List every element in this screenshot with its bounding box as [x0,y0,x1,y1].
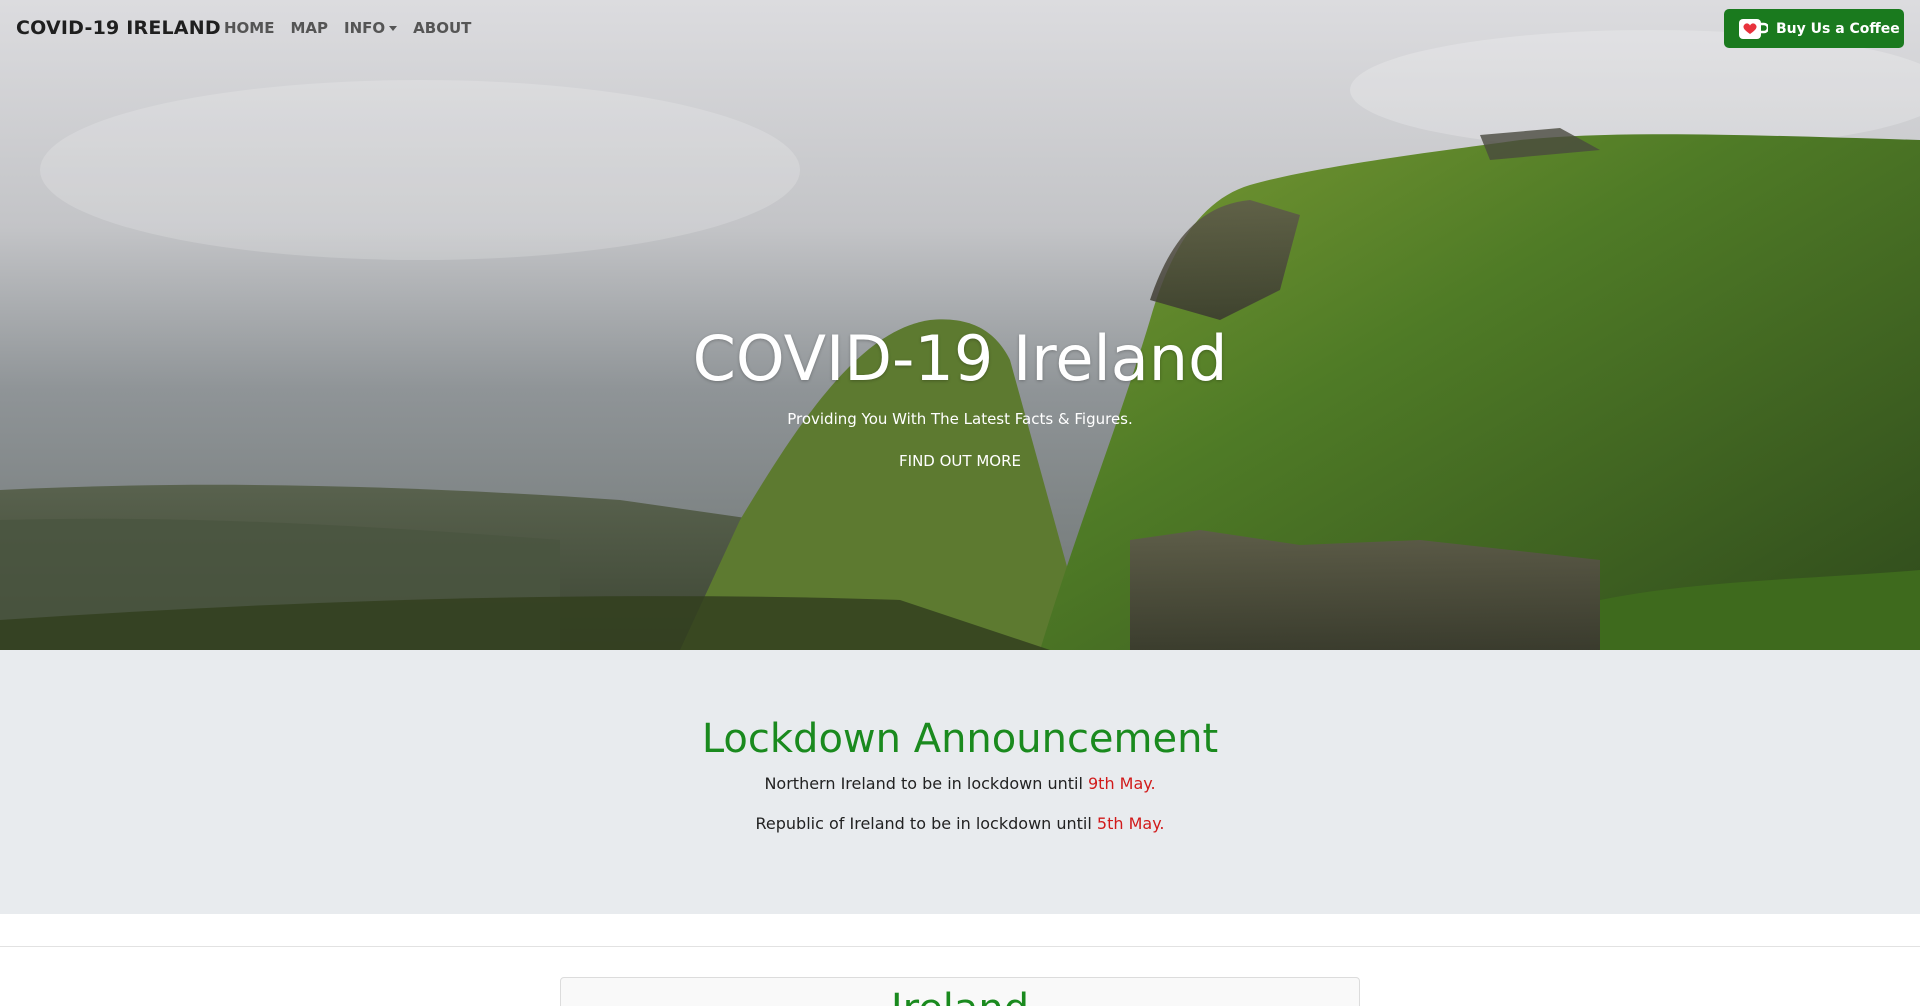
nav-home-label: HOME [224,19,275,37]
nav-map-link[interactable]: MAP [290,19,328,37]
buy-coffee-button[interactable]: Buy Us a Coffee [1724,9,1904,48]
lockdown-text: Republic of Ireland to be in lockdown un… [755,814,1097,833]
lockdown-date: 9th May. [1087,774,1156,793]
lockdown-line-republic-of-ireland: Republic of Ireland to be in lockdown un… [0,814,1920,833]
page: COVID-19 IRELAND HOME MAP INFO ABOUT Buy… [0,0,1920,1006]
nav-about-link[interactable]: ABOUT [413,19,471,37]
lockdown-text: Northern Ireland to be in lockdown until [764,774,1088,793]
caret-down-icon [389,25,398,31]
lockdown-line-northern-ireland: Northern Ireland to be in lockdown until… [0,774,1920,793]
coffee-cup-heart-icon [1738,17,1770,41]
navbar: COVID-19 IRELAND HOME MAP INFO ABOUT Buy… [0,0,1920,58]
hero-subtitle: Providing You With The Latest Facts & Fi… [787,410,1133,428]
lockdown-section: Lockdown Announcement Northern Ireland t… [0,650,1920,914]
nav-about-label: ABOUT [413,19,472,37]
lockdown-date: 5th May. [1096,814,1165,833]
buy-coffee-label: Buy Us a Coffee [1776,20,1900,37]
lockdown-title: Lockdown Announcement [701,716,1219,762]
hero-section: COVID-19 IRELAND HOME MAP INFO ABOUT Buy… [0,0,1920,650]
nav-info-dropdown[interactable]: INFO [344,19,398,37]
brand-logo[interactable]: COVID-19 IRELAND [16,17,221,39]
find-out-more-link[interactable]: FIND OUT MORE [860,452,1060,470]
nav-map-label: MAP [290,19,329,37]
card-title: Ireland [561,986,1359,1006]
nav-home-link[interactable]: HOME [224,19,274,37]
nav-info-label: INFO [344,19,386,37]
hero-title: COVID-19 Ireland [692,322,1228,395]
nav-links: HOME MAP INFO ABOUT [224,19,487,37]
section-divider [0,946,1920,947]
ireland-stats-card: Ireland [560,977,1360,1006]
